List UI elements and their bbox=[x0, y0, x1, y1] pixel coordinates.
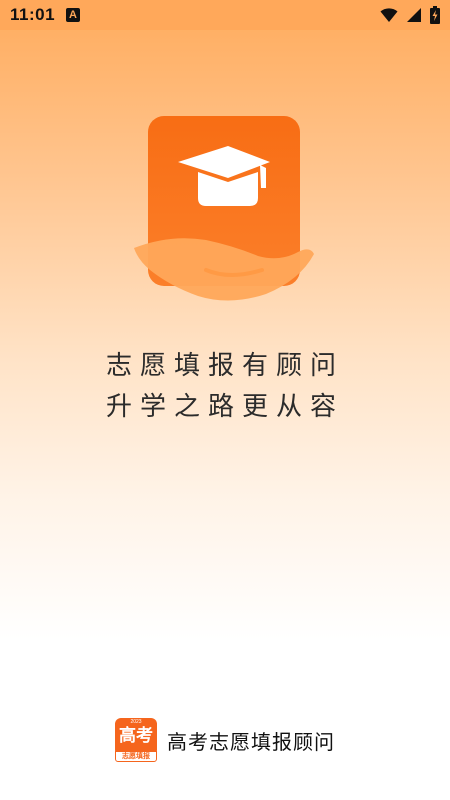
footer-branding: 高考 2023 志愿填报 高考志愿填报顾问 bbox=[0, 715, 450, 765]
status-bar: 11:01 A bbox=[0, 0, 450, 30]
splash-screen: 11:01 A 志愿填报有顾问 升学之路更从容 高考 2023 志愿填报 高考志… bbox=[0, 0, 450, 800]
app-badge-logo: 高考 2023 志愿填报 bbox=[115, 718, 157, 762]
graduation-cap-in-hand-icon bbox=[134, 116, 314, 301]
status-icons bbox=[380, 6, 440, 24]
wifi-icon bbox=[380, 8, 398, 22]
badge-year: 2023 bbox=[130, 719, 142, 725]
app-name: 高考志愿填报顾问 bbox=[167, 729, 335, 754]
badge-subtitle: 志愿填报 bbox=[115, 751, 157, 762]
slogan-line-2: 升学之路更从容 bbox=[105, 392, 344, 422]
a-letter-icon: A bbox=[66, 8, 80, 22]
battery-charging-icon bbox=[430, 6, 440, 24]
status-time: 11:01 bbox=[10, 5, 56, 24]
slogan-line-1: 志愿填报有顾问 bbox=[105, 351, 344, 381]
app-logo bbox=[130, 110, 320, 310]
cell-signal-icon bbox=[407, 8, 421, 22]
